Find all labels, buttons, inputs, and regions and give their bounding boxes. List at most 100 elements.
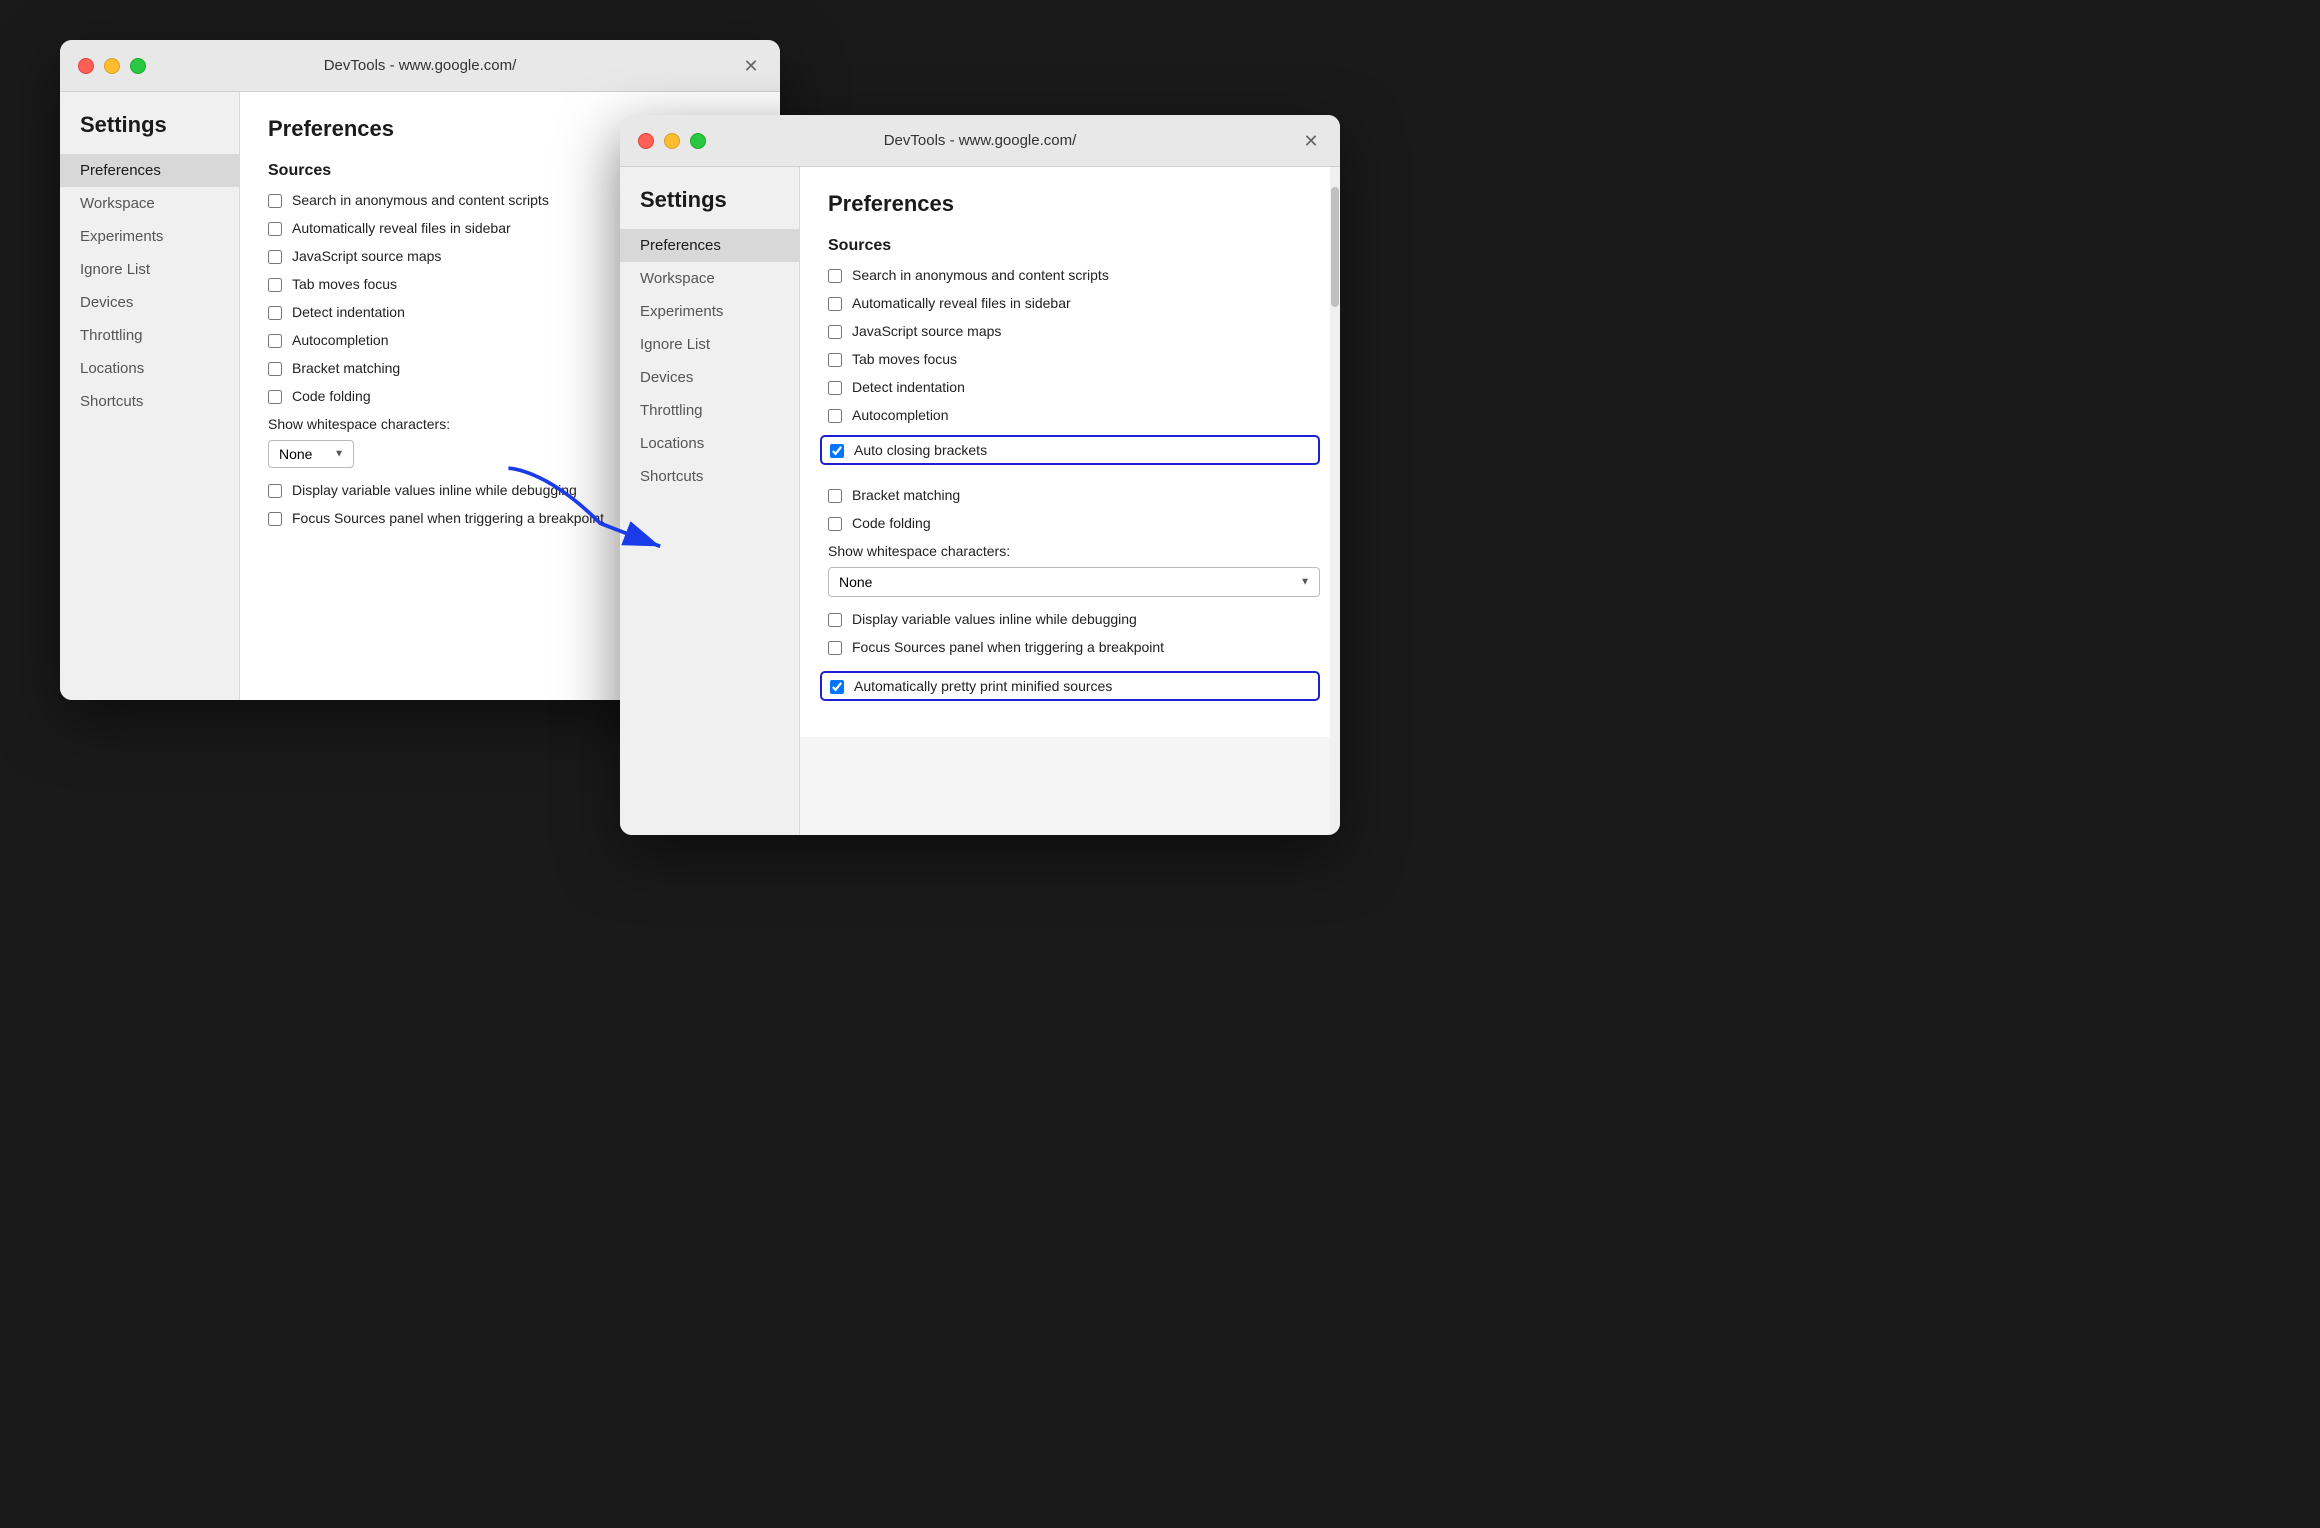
whitespace-select-2[interactable]: None All Trailing: [828, 567, 1320, 597]
window-controls-1: [78, 58, 146, 74]
checkbox-jsmaps-input-2[interactable]: [828, 325, 842, 339]
checkbox-fold-label-2: Code folding: [852, 515, 931, 531]
sidebar-item-shortcuts-2[interactable]: Shortcuts: [620, 460, 799, 493]
settings-close-1[interactable]: ✕: [740, 55, 762, 77]
checkbox-varvalues-2: Display variable values inline while deb…: [828, 611, 1320, 627]
checkbox-jsmaps-input-1[interactable]: [268, 250, 282, 264]
checkbox-anon-input-2[interactable]: [828, 269, 842, 283]
sidebar-item-preferences-1[interactable]: Preferences: [60, 154, 239, 187]
checkbox-focussources-label-1: Focus Sources panel when triggering a br…: [292, 510, 604, 526]
window-title-1: DevTools - www.google.com/: [324, 57, 517, 74]
checkbox-focussources-label-2: Focus Sources panel when triggering a br…: [852, 639, 1164, 655]
checkbox-focussources-2: Focus Sources panel when triggering a br…: [828, 639, 1320, 655]
checkbox-tabfocus-input-1[interactable]: [268, 278, 282, 292]
checkbox-jsmaps-label-2: JavaScript source maps: [852, 323, 1001, 339]
checkbox-autoclosing-2: Auto closing brackets: [820, 435, 1320, 465]
checkbox-tabfocus-label-2: Tab moves focus: [852, 351, 957, 367]
sidebar-item-throttling-2[interactable]: Throttling: [620, 394, 799, 427]
checkbox-detect-input-1[interactable]: [268, 306, 282, 320]
checkbox-varvalues-label-1: Display variable values inline while deb…: [292, 482, 577, 498]
titlebar-1: DevTools - www.google.com/ ✕: [60, 40, 780, 92]
checkbox-detect-input-2[interactable]: [828, 381, 842, 395]
sidebar-item-experiments-2[interactable]: Experiments: [620, 295, 799, 328]
checkbox-bracket-input-2[interactable]: [828, 489, 842, 503]
checkbox-focussources-input-1[interactable]: [268, 512, 282, 526]
whitespace-select-1[interactable]: None All Trailing: [268, 440, 354, 468]
checkbox-autocomplete-2: Autocompletion: [828, 407, 1320, 423]
content-wrapper-2: Preferences Sources Search in anonymous …: [800, 167, 1340, 835]
checkbox-reveal-input-2[interactable]: [828, 297, 842, 311]
scrollbar-track-2[interactable]: [1330, 167, 1340, 835]
checkbox-autoclosing-input-2[interactable]: [830, 444, 844, 458]
checkbox-prettyprint-label-2: Automatically pretty print minified sour…: [854, 678, 1112, 694]
checkbox-fold-input-1[interactable]: [268, 390, 282, 404]
sidebar-item-workspace-2[interactable]: Workspace: [620, 262, 799, 295]
close-button-2[interactable]: [638, 133, 654, 149]
window-body-2: Settings Preferences Workspace Experimen…: [620, 167, 1340, 835]
checkbox-autoclosing-label-2: Auto closing brackets: [854, 442, 987, 458]
checkbox-varvalues-input-1[interactable]: [268, 484, 282, 498]
whitespace-select-container-1: None All Trailing: [268, 440, 354, 468]
sidebar-item-shortcuts-1[interactable]: Shortcuts: [60, 385, 239, 418]
settings-close-2[interactable]: ✕: [1300, 130, 1322, 152]
checkbox-autocomplete-label-2: Autocompletion: [852, 407, 949, 423]
sidebar-2: Settings Preferences Workspace Experimen…: [620, 167, 800, 835]
checkbox-varvalues-label-2: Display variable values inline while deb…: [852, 611, 1137, 627]
checkbox-anon-input-1[interactable]: [268, 194, 282, 208]
checkbox-varvalues-input-2[interactable]: [828, 613, 842, 627]
sidebar-item-devices-1[interactable]: Devices: [60, 286, 239, 319]
sidebar-1: Settings Preferences Workspace Experimen…: [60, 92, 240, 700]
sidebar-item-throttling-1[interactable]: Throttling: [60, 319, 239, 352]
checkbox-detect-label-1: Detect indentation: [292, 304, 405, 320]
window-title-2: DevTools - www.google.com/: [884, 132, 1077, 149]
checkbox-fold-2: Code folding: [828, 515, 1320, 531]
checkbox-jsmaps-2: JavaScript source maps: [828, 323, 1320, 339]
checkbox-autocomplete-label-1: Autocompletion: [292, 332, 389, 348]
sidebar-item-experiments-1[interactable]: Experiments: [60, 220, 239, 253]
content-2: Preferences Sources Search in anonymous …: [800, 167, 1340, 737]
checkbox-reveal-2: Automatically reveal files in sidebar: [828, 295, 1320, 311]
sidebar-item-devices-2[interactable]: Devices: [620, 361, 799, 394]
titlebar-2: DevTools - www.google.com/ ✕: [620, 115, 1340, 167]
whitespace-select-wrapper-2: None All Trailing: [828, 567, 1320, 597]
scrollbar-thumb-2[interactable]: [1331, 187, 1339, 307]
checkbox-fold-input-2[interactable]: [828, 517, 842, 531]
sidebar-item-locations-2[interactable]: Locations: [620, 427, 799, 460]
checkbox-prettyprint-input-2[interactable]: [830, 680, 844, 694]
checkbox-focussources-input-2[interactable]: [828, 641, 842, 655]
checkbox-prettyprint-2: Automatically pretty print minified sour…: [820, 671, 1320, 701]
checkbox-detect-label-2: Detect indentation: [852, 379, 965, 395]
sidebar-heading-2: Settings: [620, 187, 799, 229]
whitespace-label-2: Show whitespace characters:: [828, 543, 1320, 559]
window-2: DevTools - www.google.com/ ✕ Settings Pr…: [620, 115, 1340, 835]
checkbox-detect-2: Detect indentation: [828, 379, 1320, 395]
sidebar-heading-1: Settings: [60, 112, 239, 154]
whitespace-select-container-2: None All Trailing: [828, 567, 1320, 597]
minimize-button-2[interactable]: [664, 133, 680, 149]
window-controls-2: [638, 133, 706, 149]
checkbox-anon-label-2: Search in anonymous and content scripts: [852, 267, 1109, 283]
close-button-1[interactable]: [78, 58, 94, 74]
sidebar-item-locations-1[interactable]: Locations: [60, 352, 239, 385]
section-title-2: Sources: [828, 237, 1320, 255]
checkbox-bracket-label-1: Bracket matching: [292, 360, 400, 376]
checkbox-autocomplete-input-1[interactable]: [268, 334, 282, 348]
sidebar-item-workspace-1[interactable]: Workspace: [60, 187, 239, 220]
checkbox-reveal-label-2: Automatically reveal files in sidebar: [852, 295, 1071, 311]
sidebar-item-preferences-2[interactable]: Preferences: [620, 229, 799, 262]
checkbox-bracket-input-1[interactable]: [268, 362, 282, 376]
checkbox-tabfocus-input-2[interactable]: [828, 353, 842, 367]
checkbox-bracket-label-2: Bracket matching: [852, 487, 960, 503]
checkbox-autocomplete-input-2[interactable]: [828, 409, 842, 423]
checkbox-jsmaps-label-1: JavaScript source maps: [292, 248, 441, 264]
checkbox-tabfocus-label-1: Tab moves focus: [292, 276, 397, 292]
checkbox-anon-2: Search in anonymous and content scripts: [828, 267, 1320, 283]
maximize-button-2[interactable]: [690, 133, 706, 149]
checkbox-reveal-input-1[interactable]: [268, 222, 282, 236]
minimize-button-1[interactable]: [104, 58, 120, 74]
sidebar-item-ignorelist-2[interactable]: Ignore List: [620, 328, 799, 361]
sidebar-item-ignorelist-1[interactable]: Ignore List: [60, 253, 239, 286]
maximize-button-1[interactable]: [130, 58, 146, 74]
checkbox-reveal-label-1: Automatically reveal files in sidebar: [292, 220, 511, 236]
checkbox-anon-label-1: Search in anonymous and content scripts: [292, 192, 549, 208]
